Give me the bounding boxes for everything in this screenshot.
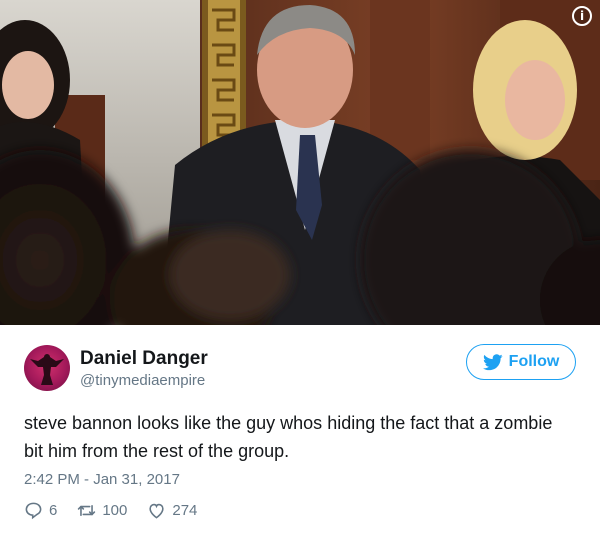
reply-count: 6 xyxy=(49,501,58,519)
author-avatar[interactable] xyxy=(24,345,70,391)
tweet-timestamp[interactable]: 2:42 PM - Jan 31, 2017 xyxy=(24,471,180,488)
follow-button[interactable]: Follow xyxy=(466,344,576,380)
like-button[interactable]: 274 xyxy=(147,501,197,520)
angel-statue-icon xyxy=(30,354,64,385)
photo-illustration xyxy=(0,0,600,325)
tweet-card: i Daniel Danger @tinymediaempire Follow … xyxy=(0,0,600,538)
author-name[interactable]: Daniel Danger xyxy=(80,348,208,370)
reply-icon xyxy=(25,502,42,519)
tweet-body: Daniel Danger @tinymediaempire Follow st… xyxy=(0,325,600,538)
tweet-photo[interactable]: i xyxy=(0,0,600,325)
info-icon[interactable]: i xyxy=(572,6,592,26)
retweet-icon xyxy=(78,504,96,516)
author-handle[interactable]: @tinymediaempire xyxy=(80,372,205,389)
like-count: 274 xyxy=(172,501,198,519)
follow-label: Follow xyxy=(508,353,560,370)
tweet-text: steve bannon looks like the guy whos hid… xyxy=(24,413,553,461)
heart-icon xyxy=(149,503,165,519)
tweet-actions: 6 100 274 xyxy=(24,499,217,521)
retweet-button[interactable]: 100 xyxy=(77,501,127,520)
retweet-count: 100 xyxy=(102,501,128,519)
reply-button[interactable]: 6 xyxy=(24,501,57,520)
bird-icon xyxy=(482,353,503,370)
